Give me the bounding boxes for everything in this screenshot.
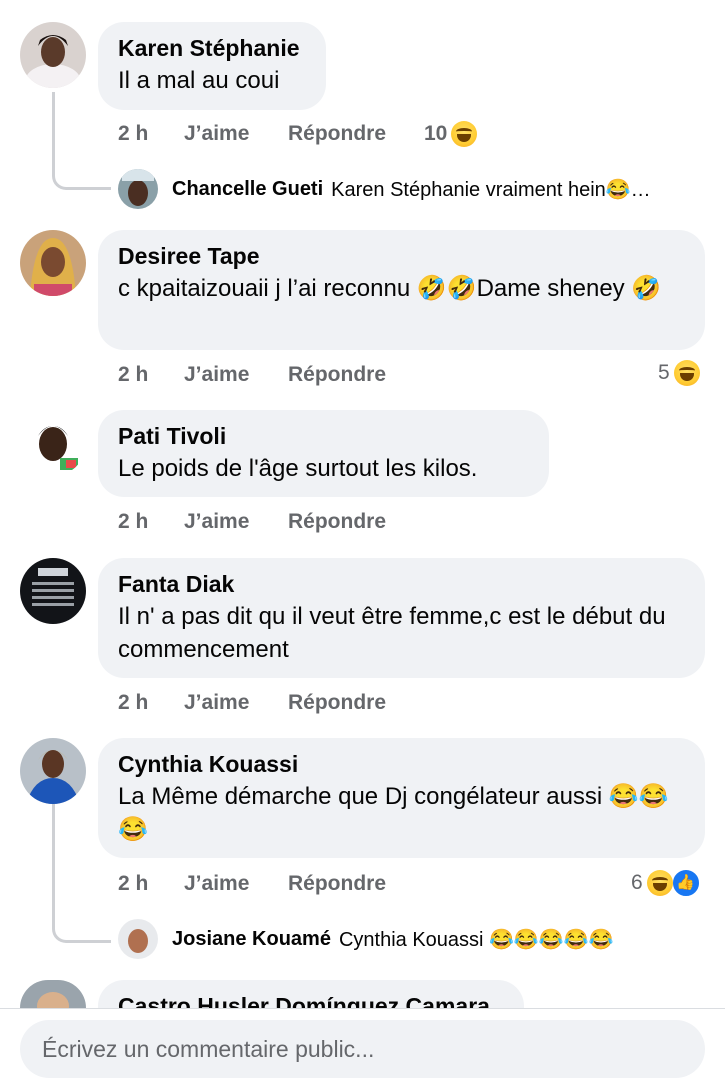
- comment-actions-3: 2 h J’aime Répondre: [118, 506, 418, 538]
- comment-text: La Même démarche que Dj congélateur auss…: [118, 783, 669, 843]
- comment-bubble-6: Castro Husler Domínguez Camara: [98, 980, 524, 1008]
- like-button[interactable]: J’aime: [184, 872, 288, 896]
- comment-actions-4: 2 h J’aime Répondre: [118, 687, 418, 719]
- reply-text: Cynthia Kouassi 😂😂😂😂😂: [338, 928, 614, 951]
- like-button[interactable]: J’aime: [184, 691, 288, 715]
- composer-placeholder: Écrivez un commentaire public...: [42, 1035, 375, 1062]
- reply-author[interactable]: Josiane Kouamé: [172, 928, 331, 951]
- thumbs-up-icon: 👍: [670, 868, 701, 898]
- reply-author[interactable]: Chancelle Gueti: [172, 178, 323, 201]
- reaction-count: 6: [631, 871, 643, 894]
- reaction-count: 10: [424, 122, 448, 145]
- comment-text: Le poids de l'âge surtout les kilos.: [118, 455, 478, 482]
- comment-time[interactable]: 2 h: [118, 122, 184, 146]
- avatar-chancelle-gueti[interactable]: [118, 169, 158, 209]
- reply-row-1[interactable]: Chancelle Gueti Karen Stéphanie vraiment…: [158, 169, 698, 209]
- reply-thread-line: [52, 804, 111, 943]
- comment-actions-5: 2 h J’aime Répondre: [118, 868, 418, 900]
- reply-button[interactable]: Répondre: [288, 122, 418, 146]
- avatar-josiane-kouame[interactable]: [118, 919, 158, 959]
- composer-divider: [0, 1008, 725, 1009]
- reply-row-2[interactable]: Josiane Kouamé Cynthia Kouassi 😂😂😂😂😂: [158, 919, 698, 959]
- comment-time[interactable]: 2 h: [118, 363, 184, 387]
- comment-bubble-5: Cynthia Kouassi La Même démarche que Dj …: [98, 738, 705, 858]
- reply-text: Karen Stéphanie vraiment hein😂…: [331, 178, 651, 201]
- comment-bubble-4: Fanta Diak Il n' a pas dit qu il veut êt…: [98, 558, 705, 678]
- comment-bubble-2: Desiree Tape c kpaitaizouaii j l’ai reco…: [98, 230, 705, 350]
- like-button[interactable]: J’aime: [184, 363, 288, 387]
- avatar-karen-stephanie[interactable]: [20, 22, 86, 88]
- comment-author[interactable]: Cynthia Kouassi: [118, 750, 685, 778]
- laughing-face-icon: [451, 121, 478, 147]
- reply-button[interactable]: Répondre: [288, 510, 418, 534]
- comment-composer-input[interactable]: Écrivez un commentaire public...: [20, 1020, 705, 1078]
- comment-actions-1: 2 h J’aime Répondre 10: [118, 118, 478, 150]
- comment-time[interactable]: 2 h: [118, 691, 184, 715]
- reaction-summary[interactable]: 5: [658, 360, 700, 386]
- comment-text: c kpaitaizouaii j l’ai reconnu 🤣🤣Dame sh…: [118, 275, 662, 302]
- like-button[interactable]: J’aime: [184, 122, 288, 146]
- avatar-cynthia-kouassi[interactable]: [20, 738, 86, 804]
- comment-time[interactable]: 2 h: [118, 510, 184, 534]
- reaction-summary[interactable]: 6 👍: [631, 868, 701, 898]
- laughing-face-icon: [646, 870, 673, 896]
- reaction-count: 5: [658, 361, 670, 384]
- comment-author[interactable]: Karen Stéphanie: [118, 34, 306, 62]
- comment-text: Il a mal au coui: [118, 67, 280, 94]
- avatar-fanta-diak[interactable]: [20, 558, 86, 624]
- comment-author[interactable]: Pati Tivoli: [118, 422, 529, 450]
- reply-button[interactable]: Répondre: [288, 363, 418, 387]
- reply-button[interactable]: Répondre: [288, 691, 418, 715]
- laughing-face-icon: [673, 360, 700, 386]
- comment-time[interactable]: 2 h: [118, 872, 184, 896]
- comment-author[interactable]: Fanta Diak: [118, 570, 685, 598]
- comment-bubble-3: Pati Tivoli Le poids de l'âge surtout le…: [98, 410, 549, 497]
- avatar-desiree-tape[interactable]: [20, 230, 86, 296]
- comment-author[interactable]: Castro Husler Domínguez Camara: [118, 992, 504, 1008]
- comment-bubble-1: Karen Stéphanie Il a mal au coui: [98, 22, 326, 110]
- comment-author[interactable]: Desiree Tape: [118, 242, 685, 270]
- comment-actions-2: 2 h J’aime Répondre: [118, 359, 418, 391]
- like-button[interactable]: J’aime: [184, 510, 288, 534]
- reply-button[interactable]: Répondre: [288, 872, 418, 896]
- avatar-pati-tivoli[interactable]: [20, 410, 86, 476]
- comment-text: Il n' a pas dit qu il veut être femme,c …: [118, 603, 673, 663]
- reply-thread-line: [52, 92, 111, 190]
- avatar-castro-husler[interactable]: [20, 980, 86, 1008]
- reaction-summary[interactable]: 10: [424, 121, 478, 147]
